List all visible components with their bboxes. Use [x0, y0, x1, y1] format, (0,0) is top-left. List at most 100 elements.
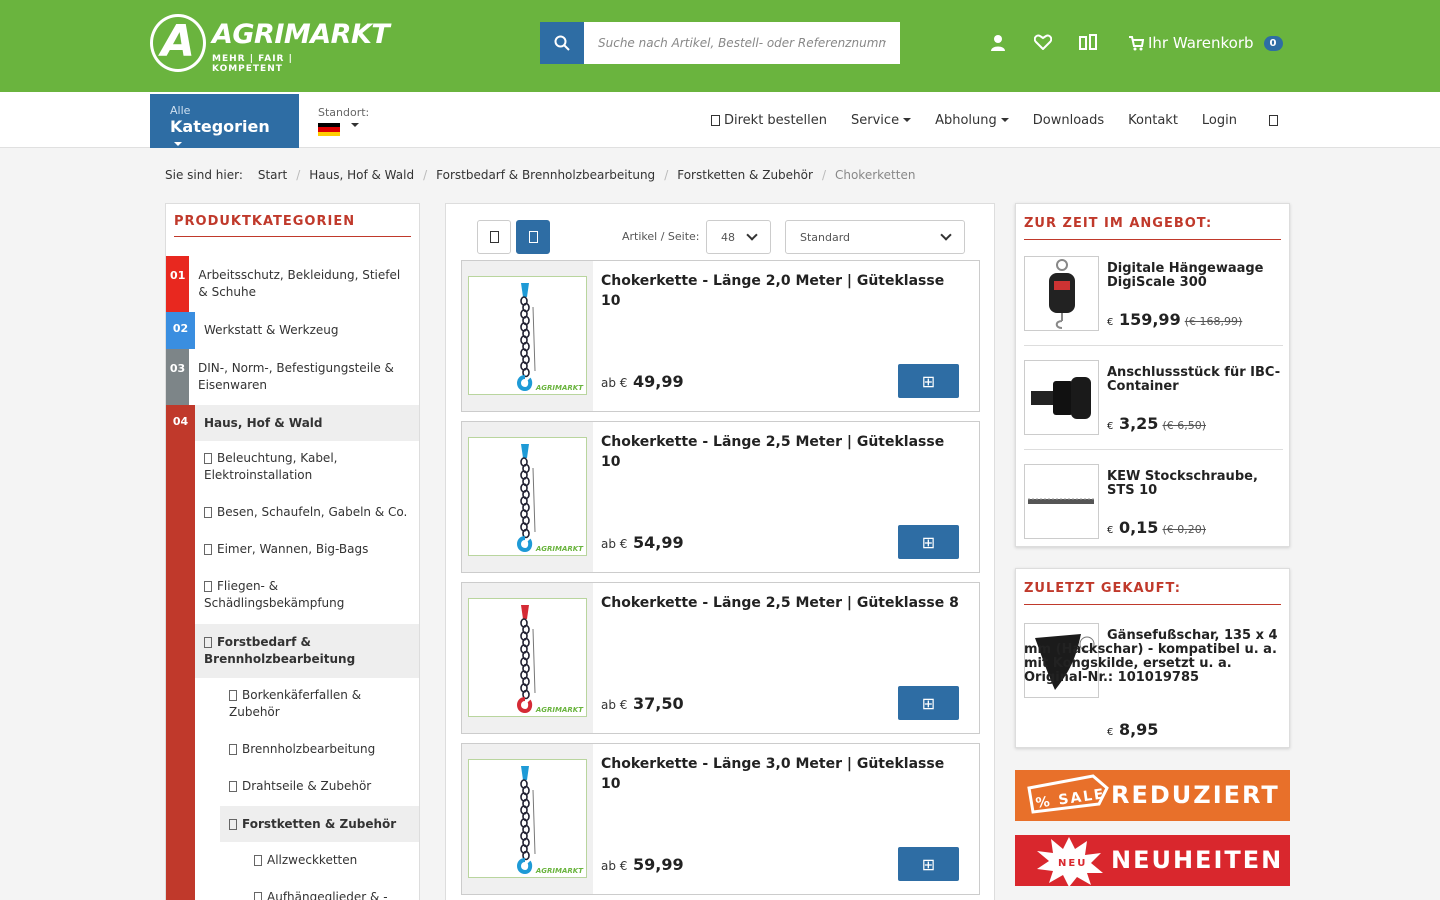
- subsubcategory-item[interactable]: Borkenkäferfallen & Zubehör: [229, 687, 399, 721]
- offers-title: ZUR ZEIT IM ANGEBOT:: [1024, 216, 1281, 240]
- product-image[interactable]: AGRIMARKT: [468, 759, 587, 878]
- account-icon[interactable]: [988, 34, 1008, 54]
- subcategory-item[interactable]: Eimer, Wannen, Big-Bags: [204, 541, 414, 558]
- grid-icon: ⊞: [921, 532, 936, 552]
- breadcrumb-item[interactable]: Start: [258, 168, 287, 182]
- nav-abholung[interactable]: Abholung: [935, 113, 1009, 128]
- subcategory-item[interactable]: Fliegen- & Schädlingsbekämpfung: [204, 578, 374, 612]
- sale-banner[interactable]: % SALE REDUZIERT: [1015, 770, 1290, 821]
- offer-item[interactable]: Digitale Hängewaage DigiScale 300 € 159,…: [1024, 256, 1283, 336]
- compare-icon[interactable]: [1078, 34, 1098, 54]
- sidebar-title: PRODUKTKATEGORIEN: [174, 214, 411, 237]
- subcategory-item[interactable]: Beleuchtung, Kabel, Elektroinstallation: [204, 450, 404, 484]
- germany-flag-icon[interactable]: [318, 123, 340, 136]
- search-input[interactable]: [584, 22, 900, 64]
- product-title[interactable]: Chokerkette - Länge 2,5 Meter | Güteklas…: [601, 432, 961, 472]
- category-item-03[interactable]: 03 DIN-, Norm-, Befestigungsteile & Eise…: [166, 349, 419, 405]
- categories-small-label: Alle: [170, 104, 191, 117]
- breadcrumb-item[interactable]: Haus, Hof & Wald: [309, 168, 414, 182]
- breadcrumb-item[interactable]: Forstbedarf & Brennholzbearbeitung: [436, 168, 655, 182]
- subcategory-item[interactable]: Besen, Schaufeln, Gabeln & Co.: [204, 504, 414, 521]
- category-item-01[interactable]: 01 Arbeitsschutz, Bekleidung, Stiefel & …: [166, 256, 419, 312]
- product-card[interactable]: AGRIMARKT Chokerkette - Länge 3,0 Meter …: [461, 743, 980, 895]
- all-categories-button[interactable]: Alle Kategorien: [150, 94, 299, 148]
- nav-kontakt[interactable]: Kontakt: [1128, 113, 1178, 128]
- offer-title[interactable]: Digitale Hängewaage DigiScale 300: [1107, 262, 1285, 290]
- product-title[interactable]: Chokerkette - Länge 2,5 Meter | Güteklas…: [601, 593, 961, 613]
- breadcrumb-label: Sie sind hier:: [165, 168, 243, 182]
- category-number: 04: [166, 405, 195, 441]
- recent-panel: ZULETZT GEKAUFT: Gänsefußschar, 135 x 4 …: [1015, 568, 1290, 748]
- folder-icon: [204, 453, 212, 464]
- offer-title[interactable]: KEW Stockschraube, STS 10: [1107, 470, 1285, 498]
- grid-view-button[interactable]: [516, 220, 550, 254]
- nav-login[interactable]: Login: [1202, 113, 1237, 128]
- product-title[interactable]: Chokerkette - Länge 2,0 Meter | Güteklas…: [601, 271, 961, 311]
- subsubcategory-item[interactable]: Brennholzbearbeitung: [229, 741, 409, 758]
- product-variants-button[interactable]: ⊞: [898, 525, 959, 559]
- news-banner[interactable]: NEU NEUHEITEN: [1015, 835, 1290, 886]
- nav-service[interactable]: Service: [851, 113, 912, 128]
- category-label: Arbeitsschutz, Bekleidung, Stiefel & Sch…: [198, 268, 401, 299]
- breadcrumb-item[interactable]: Forstketten & Zubehör: [677, 168, 813, 182]
- search-button[interactable]: [540, 22, 584, 64]
- screw-image: [1028, 498, 1094, 504]
- category-item-04[interactable]: 04 Haus, Hof & Wald: [166, 405, 419, 441]
- folder-icon: [204, 507, 212, 518]
- product-image[interactable]: AGRIMARKT: [468, 598, 587, 717]
- category-number: 02: [166, 312, 195, 349]
- chain-image: [517, 283, 536, 392]
- product-card[interactable]: AGRIMARKT Chokerkette - Länge 2,5 Meter …: [461, 582, 980, 734]
- product-image-frame: AGRIMARKT: [462, 744, 593, 894]
- product-variants-button[interactable]: ⊞: [898, 364, 959, 398]
- news-banner-text: NEUHEITEN: [1111, 846, 1284, 874]
- chevron-down-icon[interactable]: [351, 123, 359, 127]
- category-item-02[interactable]: 02 Werkstatt & Werkzeug: [166, 312, 419, 349]
- cart-button[interactable]: Ihr Warenkorb 0: [1128, 34, 1283, 52]
- subsubcategory-item[interactable]: Drahtseile & Zubehör: [229, 778, 409, 795]
- subsubsubcategory-item[interactable]: Allzweckketten: [254, 852, 414, 869]
- folder-icon: [204, 581, 212, 592]
- nav-direkt-bestellen[interactable]: Direkt bestellen: [710, 113, 827, 128]
- breadcrumb-separator: /: [423, 168, 428, 182]
- category-label: Haus, Hof & Wald: [204, 415, 323, 430]
- list-view-button[interactable]: [477, 220, 511, 254]
- product-watermark: AGRIMARKT: [535, 384, 583, 392]
- menu-icon[interactable]: [1269, 114, 1278, 126]
- agrimarkt-logo[interactable]: A AGRIMARKT MEHR | FAIR | KOMPETENT: [150, 14, 390, 74]
- recent-title: ZULETZT GEKAUFT:: [1024, 581, 1281, 605]
- chevron-down-icon: [174, 141, 182, 146]
- product-card[interactable]: AGRIMARKT Chokerkette - Länge 2,5 Meter …: [461, 421, 980, 573]
- ibc-connector-image: [1031, 377, 1091, 419]
- product-title[interactable]: Chokerkette - Länge 3,0 Meter | Güteklas…: [601, 754, 961, 794]
- logo-name: AGRIMARKT: [212, 19, 390, 50]
- product-variants-button[interactable]: ⊞: [898, 847, 959, 881]
- nav-downloads[interactable]: Downloads: [1033, 113, 1104, 128]
- offer-image[interactable]: [1024, 256, 1099, 331]
- product-variants-button[interactable]: ⊞: [898, 686, 959, 720]
- subsubcategory-item-active[interactable]: Forstketten & Zubehör: [220, 806, 419, 842]
- product-card[interactable]: AGRIMARKT Chokerkette - Länge 2,0 Meter …: [461, 260, 980, 412]
- logo-tagline: MEHR | FAIR | KOMPETENT: [212, 54, 293, 74]
- list-view-icon: [489, 231, 499, 243]
- recent-title-text[interactable]: Gänsefußschar, 135 x 4 mm (Hackschar) - …: [1024, 629, 1283, 685]
- sort-select[interactable]: Standard: [785, 220, 965, 254]
- search-icon: [554, 35, 570, 51]
- divider: [1024, 345, 1283, 346]
- offer-item[interactable]: KEW Stockschraube, STS 10 € 0,15 (€ 0,20): [1024, 464, 1283, 544]
- offer-price: € 0,15 (€ 0,20): [1107, 518, 1207, 537]
- product-image[interactable]: AGRIMARKT: [468, 276, 587, 395]
- subcategory-item-active[interactable]: Forstbedarf & Brennholzbearbeitung: [195, 624, 419, 678]
- recent-item[interactable]: Gänsefußschar, 135 x 4 mm (Hackschar) - …: [1024, 623, 1283, 743]
- offer-image[interactable]: [1024, 464, 1099, 539]
- offer-item[interactable]: Anschlussstück für IBC-Container € 3,25(…: [1024, 360, 1283, 440]
- offer-image[interactable]: [1024, 360, 1099, 435]
- subsubsubcategory-item[interactable]: Aufhängeglieder & -: [254, 889, 414, 900]
- wishlist-icon[interactable]: [1033, 34, 1053, 54]
- product-price: ab € 54,99: [601, 533, 684, 552]
- sale-tag-icon: % SALE: [1027, 774, 1109, 814]
- offer-title[interactable]: Anschlussstück für IBC-Container: [1107, 366, 1285, 394]
- product-image[interactable]: AGRIMARKT: [468, 437, 587, 556]
- folder-icon: [204, 544, 212, 555]
- per-page-select[interactable]: 48: [706, 220, 771, 254]
